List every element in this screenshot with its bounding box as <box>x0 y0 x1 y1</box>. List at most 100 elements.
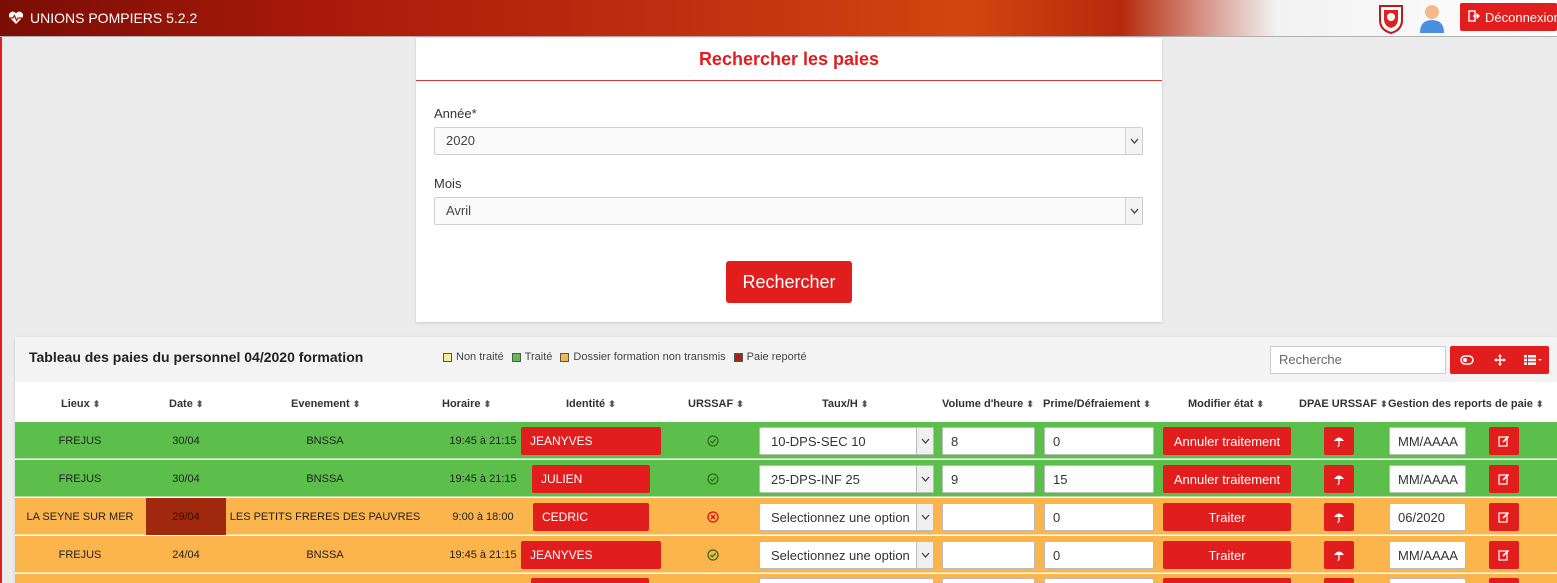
taux-select[interactable] <box>759 578 934 583</box>
identity-badge[interactable]: JULIEN <box>532 464 650 493</box>
column-label: Modifier état <box>1188 398 1254 410</box>
legend-item-traite: Traité <box>511 351 552 363</box>
umbrella-icon[interactable] <box>1324 427 1354 455</box>
umbrella-icon[interactable] <box>1324 503 1354 531</box>
identity-badge[interactable]: CEDRIC <box>533 502 649 531</box>
report-date-input[interactable]: 06/2020 <box>1389 503 1466 531</box>
table-row: LA SEYNE SUR MER 29/04 LES PETITS FRERES… <box>15 498 1557 535</box>
column-header-taux[interactable]: Taux/H ⬍ <box>822 398 868 410</box>
cell-identite: JULIEN <box>531 460 651 497</box>
sort-icon: ⬍ <box>1535 399 1544 409</box>
column-header-reports[interactable]: Gestion des reports de paie ⬍ <box>1388 398 1543 410</box>
process-button[interactable]: Traiter <box>1163 541 1291 569</box>
taux-select[interactable]: 25-DPS-INF 25 <box>759 465 934 493</box>
cell-identite: CEDRIC <box>531 498 651 535</box>
table-row: FREJUS 24/04 BNSSA 19:45 à 21:15 JEANYVE… <box>15 536 1557 573</box>
sort-icon: ⬍ <box>352 399 361 409</box>
prime-input[interactable]: 0 <box>1044 427 1154 455</box>
umbrella-icon[interactable] <box>1324 541 1354 569</box>
cell-date: 24/04 <box>172 548 200 561</box>
chevron-down-icon <box>916 466 933 492</box>
edit-icon[interactable] <box>1489 503 1519 531</box>
umbrella-icon[interactable] <box>1324 578 1354 583</box>
identity-badge[interactable] <box>531 578 649 583</box>
legend-item-non-traite: Non traité <box>443 351 504 363</box>
cancel-processing-button[interactable]: Annuler traitement <box>1163 427 1291 455</box>
table-header: Lieux ⬍ Date ⬍ Evenement ⬍ Horaire ⬍ Ide… <box>15 382 1557 422</box>
sort-icon: ⬍ <box>736 399 744 409</box>
process-button[interactable]: Traiter <box>1163 503 1291 531</box>
app-brand[interactable]: UNIONS POMPIERS 5.2.2 <box>8 10 197 26</box>
payroll-table-panel: Tableau des paies du personnel 04/2020 f… <box>15 337 1557 583</box>
check-circle-icon <box>698 422 728 459</box>
sort-icon: ⬍ <box>483 399 492 409</box>
sort-icon: ⬍ <box>1026 399 1034 409</box>
column-header-lieux[interactable]: Lieux ⬍ <box>61 398 100 410</box>
report-date-input[interactable]: MM/AAAA <box>1389 465 1466 493</box>
cell-date: 30/04 <box>172 472 200 485</box>
taux-select[interactable]: Selectionnez une option <box>759 541 934 569</box>
edit-icon[interactable] <box>1489 465 1519 493</box>
month-select-value: Avril <box>446 203 472 218</box>
cell-lieux: FREJUS <box>58 472 102 485</box>
column-header-modifier-etat[interactable]: Modifier état ⬍ <box>1188 398 1264 410</box>
prime-input[interactable] <box>1044 578 1154 583</box>
volume-input[interactable] <box>942 503 1035 531</box>
toggle-icon[interactable] <box>1450 346 1483 374</box>
chevron-down-icon <box>1125 128 1142 154</box>
table-search-input[interactable]: Recherche <box>1270 346 1446 374</box>
column-label: Evenement <box>291 398 350 410</box>
report-date-input[interactable]: MM/AAAA <box>1389 541 1466 569</box>
table-row: FREJUS 30/04 BNSSA 19:45 à 21:15 JEANYVE… <box>15 422 1557 459</box>
volume-input[interactable] <box>942 541 1035 569</box>
logout-button[interactable]: Déconnexion <box>1460 3 1557 31</box>
heartbeat-icon <box>8 11 24 25</box>
column-header-volume[interactable]: Volume d'heure ⬍ <box>942 398 1034 410</box>
column-header-evenement[interactable]: Evenement ⬍ <box>291 398 360 410</box>
column-header-dpae[interactable]: DPAE URSSAF ⬍ <box>1299 398 1388 410</box>
identity-badge[interactable]: JEANYVES <box>521 426 661 455</box>
prime-input[interactable]: 0 <box>1044 503 1154 531</box>
move-icon[interactable] <box>1483 346 1516 374</box>
column-header-urssaf[interactable]: URSSAF ⬍ <box>688 398 744 410</box>
search-card-title: Rechercher les paies <box>416 38 1162 81</box>
prime-input[interactable]: 15 <box>1044 465 1154 493</box>
volume-input[interactable]: 9 <box>942 465 1035 493</box>
report-date-input[interactable] <box>1389 578 1466 583</box>
sort-icon: ⬍ <box>1256 399 1265 409</box>
search-button[interactable]: Rechercher <box>726 261 852 303</box>
edit-icon[interactable] <box>1489 578 1519 583</box>
process-button[interactable] <box>1163 578 1291 583</box>
column-label: Taux/H <box>822 398 858 410</box>
firefighter-crest-logo <box>1378 4 1404 35</box>
app-title: UNIONS POMPIERS 5.2.2 <box>30 10 198 26</box>
user-avatar-icon[interactable] <box>1418 3 1446 33</box>
volume-input[interactable] <box>942 578 1035 583</box>
report-date-input[interactable]: MM/AAAA <box>1389 427 1466 455</box>
column-header-identite[interactable]: Identité ⬍ <box>566 398 616 410</box>
umbrella-icon[interactable] <box>1324 465 1354 493</box>
prime-input[interactable]: 0 <box>1044 541 1154 569</box>
year-label: Année* <box>434 106 477 121</box>
column-header-prime[interactable]: Prime/Défraiement ⬍ <box>1043 398 1151 410</box>
cancel-processing-button[interactable]: Annuler traitement <box>1163 465 1291 493</box>
taux-select[interactable]: 10-DPS-SEC 10 <box>759 427 934 455</box>
logout-label: Déconnexion <box>1485 9 1557 25</box>
year-select[interactable]: 2020 <box>434 127 1143 155</box>
edit-icon[interactable] <box>1489 541 1519 569</box>
columns-menu-icon[interactable] <box>1516 346 1549 374</box>
identity-badge[interactable]: JEANYVES <box>521 540 661 569</box>
legend-item-reporte: Paie reporté <box>733 351 807 363</box>
cell-evenement: BNSSA <box>306 472 344 485</box>
column-header-date[interactable]: Date ⬍ <box>169 398 203 410</box>
sort-icon: ⬍ <box>92 399 101 409</box>
taux-select[interactable]: Selectionnez une option <box>759 503 934 531</box>
edit-icon[interactable] <box>1489 427 1519 455</box>
cell-date-reporte: 29/04 <box>146 498 226 535</box>
sort-icon: ⬍ <box>608 399 616 409</box>
column-header-horaire[interactable]: Horaire ⬍ <box>442 398 491 410</box>
sort-icon: ⬍ <box>195 399 204 409</box>
month-select[interactable]: Avril <box>434 197 1143 225</box>
chevron-down-icon <box>916 542 933 568</box>
volume-input[interactable]: 8 <box>942 427 1035 455</box>
